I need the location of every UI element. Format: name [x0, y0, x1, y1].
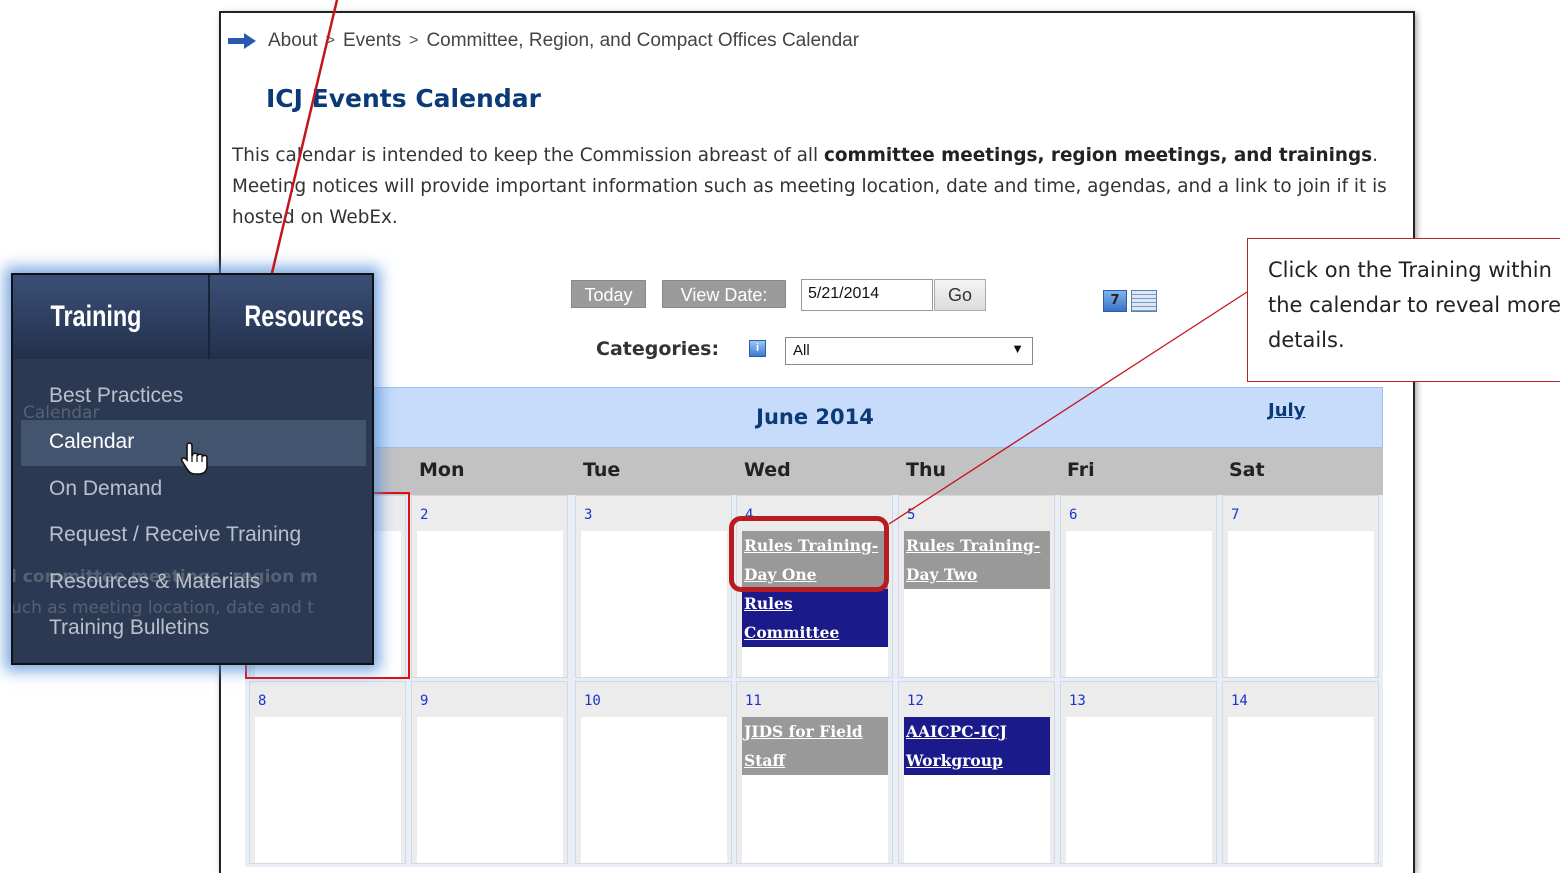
highlight-box: [729, 516, 889, 592]
breadcrumb-separator: >: [325, 32, 335, 49]
breadcrumb-about[interactable]: About: [268, 30, 318, 52]
day-cell[interactable]: 11 JIDS for Field Staff: [736, 681, 893, 864]
month-title: June 2014: [756, 405, 874, 429]
day-body: [255, 717, 401, 863]
event-link[interactable]: Rules Committee: [742, 589, 888, 647]
calendar-week: 8 9 10 11 JIDS for Field Staff 12 AAICPC-…: [245, 681, 1383, 866]
dow-mon: Mon: [419, 459, 465, 481]
day-number: 2: [420, 507, 429, 523]
event-title: Day Two: [906, 565, 978, 584]
menu-item-request-training[interactable]: Request / Receive Training: [21, 513, 366, 559]
day-number: 6: [1069, 507, 1078, 523]
day-cell[interactable]: 10: [575, 681, 732, 864]
day-cell[interactable]: 5 Rules Training- Day Two: [898, 495, 1055, 678]
category-selected-value: All: [793, 342, 810, 359]
day-cell[interactable]: 14: [1222, 681, 1379, 864]
view-toggle: 7: [1103, 290, 1157, 312]
day-number: 12: [907, 693, 924, 709]
day-number: 3: [584, 507, 593, 523]
dow-sat: Sat: [1229, 459, 1265, 481]
day-body: [581, 531, 727, 677]
menu-item-resources-materials[interactable]: Resources & Materials: [21, 560, 366, 606]
tab-resources[interactable]: Resources: [210, 275, 372, 359]
day-body: [417, 717, 563, 863]
dow-wed: Wed: [744, 459, 791, 481]
tab-label: Resources: [244, 300, 364, 333]
day-cell[interactable]: 8: [249, 681, 406, 864]
tab-label: Training: [50, 300, 142, 333]
event-title: Staff: [744, 751, 786, 770]
arrow-right-icon: [228, 33, 256, 49]
event-link[interactable]: Rules Training- Day Two: [904, 531, 1050, 589]
date-input[interactable]: 5/21/2014: [801, 279, 933, 311]
day-body: [581, 717, 727, 863]
day-number: 14: [1231, 693, 1248, 709]
event-title: Rules: [744, 594, 793, 613]
day-body: [1066, 717, 1212, 863]
category-select[interactable]: All ▼: [785, 337, 1033, 365]
event-link[interactable]: AAICPC-ICJ Workgroup: [904, 717, 1050, 775]
day-number: 9: [420, 693, 429, 709]
today-button[interactable]: Today: [571, 280, 646, 308]
dow-tue: Tue: [583, 459, 621, 481]
day-number: 11: [745, 693, 762, 709]
calendar-week-icon[interactable]: 7: [1103, 290, 1127, 312]
next-month-link[interactable]: July: [1268, 400, 1305, 421]
day-body: [417, 531, 563, 677]
event-title: Rules Training-: [906, 536, 1041, 555]
dow-thu: Thu: [906, 459, 947, 481]
page-title: ICJ Events Calendar: [266, 84, 541, 113]
breadcrumb-current: Committee, Region, and Compact Offices C…: [426, 30, 860, 51]
chevron-down-icon: ▼: [1011, 341, 1024, 356]
day-number: 7: [1231, 507, 1240, 523]
day-cell[interactable]: 3: [575, 495, 732, 678]
day-body: [1228, 531, 1374, 677]
breadcrumb-separator: >: [409, 32, 419, 49]
breadcrumb: About > Events > Committee, Region, and …: [226, 28, 859, 54]
day-number: 10: [584, 693, 601, 709]
dow-fri: Fri: [1067, 459, 1095, 481]
day-body: [1066, 531, 1212, 677]
event-link[interactable]: JIDS for Field Staff: [742, 717, 888, 775]
menu-item-training-bulletins[interactable]: Training Bulletins: [21, 606, 366, 652]
tab-training[interactable]: Training: [13, 275, 210, 359]
day-cell[interactable]: 13: [1060, 681, 1217, 864]
day-body: [1228, 717, 1374, 863]
go-button[interactable]: Go: [934, 279, 986, 311]
view-date-button[interactable]: View Date:: [662, 280, 786, 308]
day-cell[interactable]: 2: [411, 495, 568, 678]
info-icon[interactable]: i: [749, 340, 766, 357]
day-number: 13: [1069, 693, 1086, 709]
hand-cursor-icon: [180, 442, 208, 475]
calendar-grid: June 2014 July Mon Tue Wed Thu Fri Sat 2…: [245, 387, 1383, 867]
days-of-week-row: Mon Tue Wed Thu Fri Sat: [245, 448, 1383, 495]
day-number: 8: [258, 693, 267, 709]
callout-box: Click on the Training within the calenda…: [1247, 238, 1560, 382]
breadcrumb-events[interactable]: Events: [343, 30, 401, 52]
event-title: Committee: [744, 623, 840, 642]
intro-paragraph: This calendar is intended to keep the Co…: [232, 140, 1392, 233]
event-title: JIDS for Field: [744, 722, 863, 741]
calendar-header: June 2014 July: [245, 387, 1383, 448]
intro-text: This calendar is intended to keep the Co…: [232, 145, 824, 166]
menu-item-best-practices[interactable]: Best Practices: [21, 374, 366, 420]
day-cell[interactable]: 7: [1222, 495, 1379, 678]
intro-bold-text: committee meetings, region meetings, and…: [824, 145, 1373, 166]
day-cell[interactable]: 9: [411, 681, 568, 864]
event-title: Workgroup: [906, 751, 1003, 770]
list-view-icon[interactable]: [1131, 290, 1157, 312]
day-number: 5: [907, 507, 916, 523]
day-cell[interactable]: 6: [1060, 495, 1217, 678]
categories-label: Categories:: [596, 338, 720, 360]
event-title: AAICPC-ICJ: [906, 722, 1007, 741]
day-cell[interactable]: 12 AAICPC-ICJ Workgroup: [898, 681, 1055, 864]
